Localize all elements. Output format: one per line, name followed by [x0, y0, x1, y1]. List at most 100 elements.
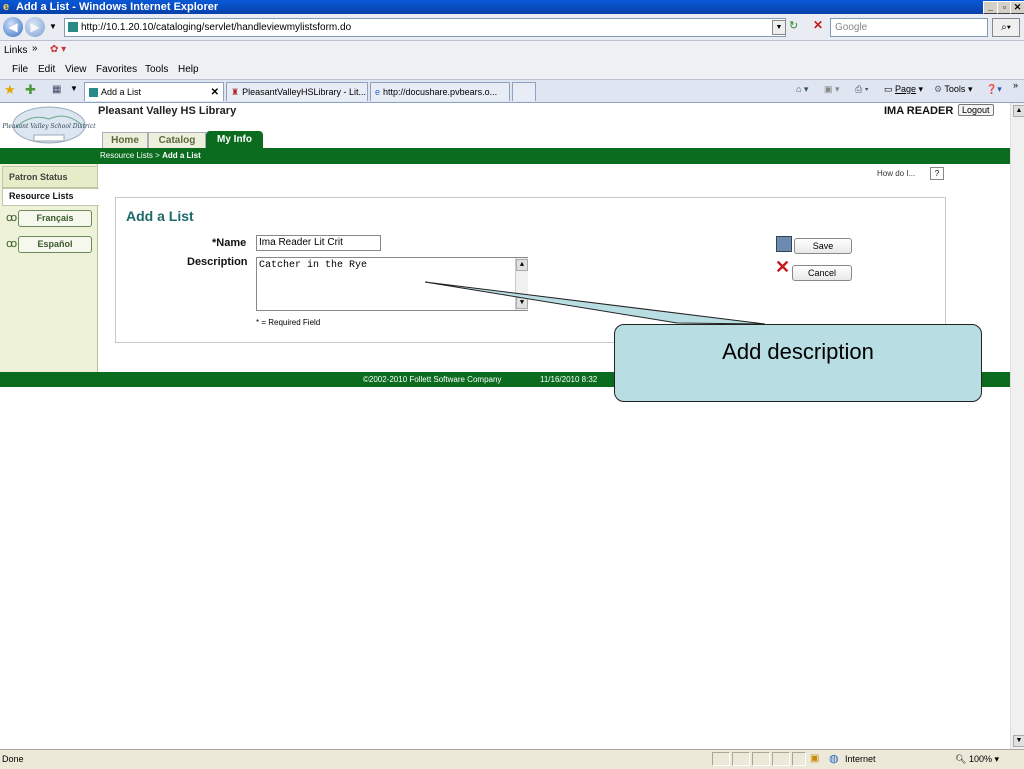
menu-favorites[interactable]: Favorites [96, 64, 137, 75]
user-name: IMA READER [884, 105, 954, 117]
breadcrumb-resource-lists[interactable]: Resource Lists [100, 151, 153, 160]
zoom-control[interactable]: 🔍︎ 100% ▾ [955, 754, 999, 765]
toolbar-chevron-icon[interactable]: » [1013, 80, 1018, 90]
textarea-scrollbar[interactable]: ▲ ▼ [515, 258, 528, 310]
tab-label: PleasantValleyHSLibrary - Lit... [242, 87, 366, 97]
links-label[interactable]: Links [4, 45, 27, 56]
page-content: Pleasant Valley School District Pleasant… [0, 103, 1010, 749]
tab-docushare[interactable]: e http://docushare.pvbears.o... [370, 82, 510, 101]
tab-label: http://docushare.pvbears.o... [383, 87, 498, 97]
library-name: Pleasant Valley HS Library [98, 105, 237, 117]
sidebar-item-label: Resource Lists [9, 191, 74, 201]
status-text: Done [2, 754, 24, 764]
zoom-level: 100% [968, 754, 992, 764]
add-favorites-icon[interactable]: ✚ [25, 82, 36, 98]
scroll-up-icon[interactable]: ▲ [516, 259, 528, 271]
name-input-value: Ima Reader Lit Crit [259, 237, 343, 248]
close-tab-icon[interactable]: ✕ [211, 83, 219, 101]
language-espanol-button[interactable]: Español [18, 236, 92, 253]
sidebar-item-resource-lists[interactable]: Resource Lists [2, 188, 99, 206]
description-label: Description [187, 256, 248, 268]
close-window-button[interactable]: ✕ [1010, 1, 1024, 14]
address-bar-row: ◀ ▶ ▼ http://10.1.20.10/cataloging/servl… [0, 14, 1024, 41]
tools-menu[interactable]: ⚙ Tools ▾ [934, 84, 972, 95]
links-chevron-icon[interactable]: » [32, 43, 38, 54]
help-question-icon[interactable]: ? [930, 167, 944, 180]
protected-mode-icon[interactable]: ▣ [810, 753, 819, 764]
tab-add-a-list[interactable]: Add a List ✕ [84, 82, 224, 101]
home-icon[interactable]: ⌂ ▾ [796, 84, 808, 95]
breadcrumb-current: Add a List [162, 151, 201, 160]
forward-button[interactable]: ▶ [25, 17, 45, 37]
refresh-icon[interactable]: ↻ [789, 19, 798, 32]
help-icon[interactable]: ❓▾ [986, 84, 1002, 95]
address-dropdown-icon[interactable]: ▼ [772, 20, 786, 35]
save-disk-icon [776, 236, 792, 252]
menu-help[interactable]: Help [178, 64, 199, 75]
scroll-down-icon[interactable]: ▼ [516, 297, 528, 309]
address-input[interactable]: http://10.1.20.10/cataloging/servlet/han… [64, 18, 786, 37]
callout-box: Add description [614, 324, 982, 402]
tab-list-icon[interactable]: ▼ [70, 84, 78, 93]
status-panel [732, 752, 750, 766]
menu-bar: File Edit View Favorites Tools Help [0, 61, 1024, 80]
save-button[interactable]: Save [794, 238, 852, 254]
links-bar: Links » ✿ ▾ [0, 41, 1024, 62]
tab-pleasant-valley-library[interactable]: ♜ PleasantValleyHSLibrary - Lit... [226, 82, 368, 101]
cancel-x-icon: ✕ [775, 257, 791, 277]
description-textarea[interactable]: Catcher in the Rye ▲ ▼ [256, 257, 528, 311]
page-menu[interactable]: ▭ Page ▾ [884, 84, 923, 95]
menu-file[interactable]: File [12, 64, 28, 75]
footer-datetime: 11/16/2010 8:32 [540, 375, 598, 384]
nav-tab-home[interactable]: Home [102, 132, 148, 149]
sidebar: Patron Status Resource Lists ꝏ Français … [0, 164, 99, 372]
stop-icon[interactable]: ✕ [813, 18, 823, 32]
cancel-button[interactable]: Cancel [792, 265, 852, 281]
glasses-icon: ꝏ [6, 212, 18, 224]
name-input[interactable]: Ima Reader Lit Crit [256, 235, 381, 251]
scroll-down-icon[interactable]: ▼ [1013, 735, 1024, 747]
history-dropdown-icon[interactable]: ▼ [49, 22, 57, 31]
nav-tab-catalog[interactable]: Catalog [148, 132, 206, 149]
breadcrumb-bar: Resource Lists > Add a List [0, 148, 1010, 164]
page-icon [89, 88, 98, 98]
favorites-star-icon[interactable]: ★ [4, 82, 16, 98]
menu-tools[interactable]: Tools [145, 64, 168, 75]
status-panel [712, 752, 730, 766]
status-panel [752, 752, 770, 766]
zoom-icon: 🔍︎ [955, 754, 967, 764]
logout-button[interactable]: Logout [958, 104, 994, 116]
language-francais-button[interactable]: Français [18, 210, 92, 227]
search-icon[interactable]: ⌕▾ [992, 18, 1020, 37]
sidebar-item-patron-status[interactable]: Patron Status [2, 166, 98, 188]
search-input[interactable]: Google [830, 18, 988, 37]
scroll-up-icon[interactable]: ▲ [1013, 105, 1024, 117]
menu-view[interactable]: View [65, 64, 87, 75]
nav-tab-my-info[interactable]: My Info [206, 131, 263, 148]
required-note: * = Required Field [256, 318, 321, 327]
logo-text: Pleasant Valley School District [2, 123, 96, 130]
feeds-icon[interactable]: ▣ ▾ [824, 84, 840, 95]
url-text: http://10.1.20.10/cataloging/servlet/han… [81, 22, 352, 33]
page-menu-label: Page [895, 84, 917, 94]
help-link[interactable]: How do I... [877, 169, 915, 178]
minimize-button[interactable]: _ [983, 1, 998, 14]
sidebar-item-label: Patron Status [9, 172, 68, 182]
menu-edit[interactable]: Edit [38, 64, 55, 75]
tools-menu-label: Tools [944, 84, 966, 94]
new-tab-button[interactable] [512, 82, 536, 101]
status-bar: Done ▣ ◍ Internet 🔍︎ 100% ▾ [0, 749, 1024, 769]
breadcrumb-separator: > [155, 151, 160, 160]
tab-bar: ★ ✚ ▦ ▼ Add a List ✕ ♜ PleasantValleyHSLi… [0, 80, 1024, 103]
ie-page-icon: e [375, 87, 381, 97]
globe-icon: ◍ [829, 753, 839, 765]
print-icon[interactable]: ⎙ ▾ [855, 84, 868, 95]
page-scrollbar[interactable]: ▲ ▼ [1010, 103, 1024, 749]
zone-label: Internet [845, 754, 876, 764]
callout-text: Add description [722, 339, 874, 364]
add-on-icon[interactable]: ✿ ▾ [50, 44, 66, 55]
tab-label: Add a List [101, 87, 142, 97]
quick-tabs-icon[interactable]: ▦ [52, 84, 61, 95]
status-panel [772, 752, 790, 766]
back-button[interactable]: ◀ [3, 17, 23, 37]
